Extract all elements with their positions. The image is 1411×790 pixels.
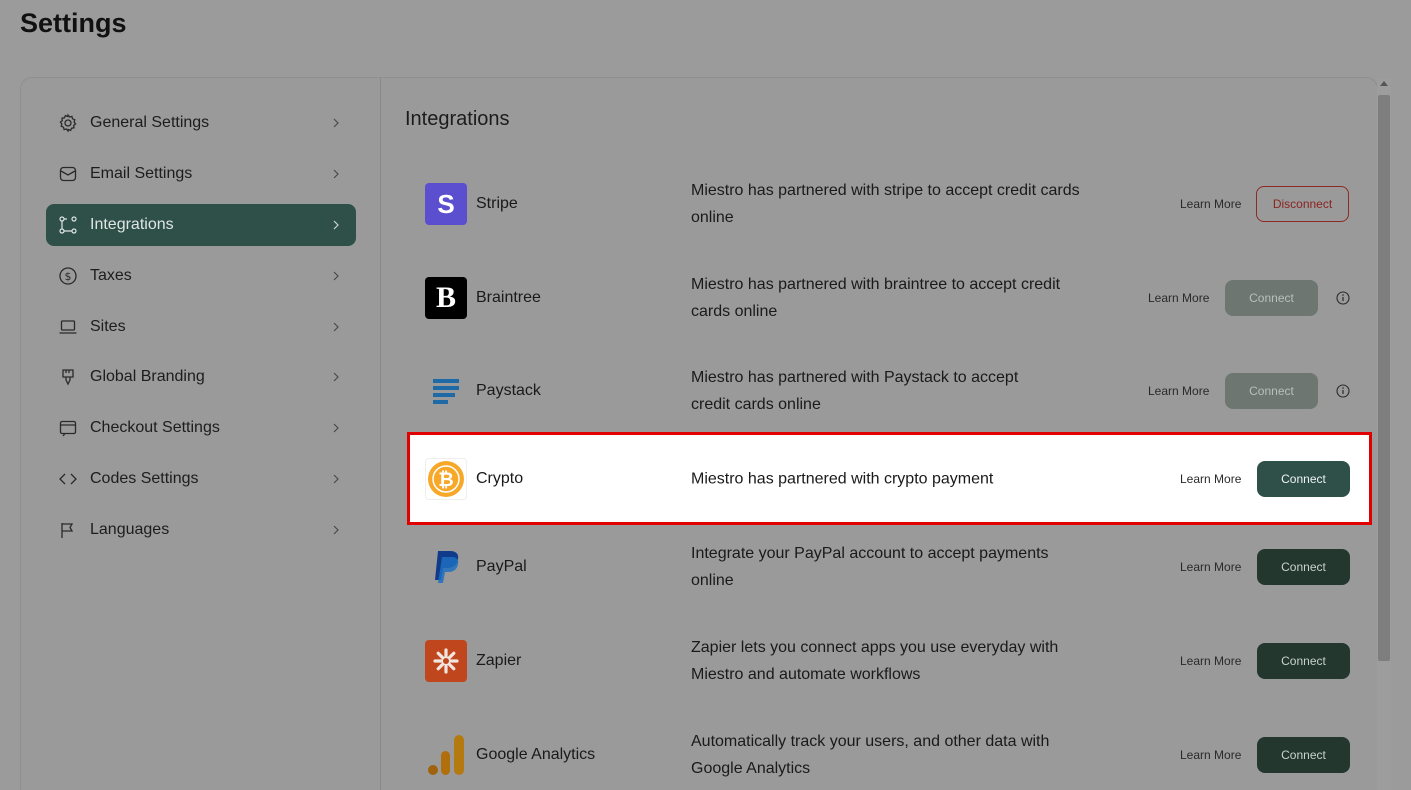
google-analytics-icon: [425, 734, 467, 776]
zapier-icon: [425, 640, 467, 682]
sidebar-item-label: Checkout Settings: [90, 419, 220, 436]
integration-name: Braintree: [476, 289, 541, 306]
sidebar-item-label: Codes Settings: [90, 470, 199, 487]
sidebar-item-taxes[interactable]: $ Taxes: [46, 255, 356, 297]
sidebar-item-general-settings[interactable]: General Settings: [46, 102, 356, 144]
learn-more-link[interactable]: Learn More: [1180, 560, 1241, 574]
integration-description: Integrate your PayPal account to accept …: [691, 545, 1049, 589]
learn-more-link[interactable]: Learn More: [1148, 291, 1209, 305]
integration-row-google-analytics: Google Analytics Automatically track you…: [407, 711, 1373, 790]
sidebar-item-checkout-settings[interactable]: Checkout Settings: [46, 407, 356, 449]
checkout-icon: [58, 418, 78, 438]
chevron-right-icon: [333, 372, 339, 382]
chevron-right-icon: [333, 474, 339, 484]
paystack-icon: [425, 370, 467, 412]
sidebar-item-email-settings[interactable]: Email Settings: [46, 153, 356, 195]
connect-button[interactable]: Connect: [1225, 280, 1318, 316]
sidebar-item-sites[interactable]: Sites: [46, 306, 356, 348]
chevron-right-icon: [333, 423, 339, 433]
integration-description: Miestro has partnered with Paystack to a…: [691, 369, 1019, 413]
integration-description: Miestro has partnered with stripe to acc…: [691, 182, 1080, 226]
stripe-icon: S: [425, 183, 467, 225]
sidebar-item-global-branding[interactable]: Global Branding: [46, 356, 356, 398]
integration-description: Miestro has partnered with crypto paymen…: [691, 470, 994, 488]
learn-more-link[interactable]: Learn More: [1180, 472, 1241, 486]
integration-row-paystack: Paystack Miestro has partnered with Pays…: [407, 347, 1373, 435]
integration-name: Stripe: [476, 195, 518, 212]
dollar-icon: $: [58, 266, 78, 286]
mail-icon: [58, 164, 78, 184]
learn-more-link[interactable]: Learn More: [1180, 748, 1241, 762]
connect-button[interactable]: Connect: [1257, 643, 1350, 679]
svg-text:$: $: [65, 270, 72, 283]
info-icon[interactable]: [1336, 384, 1350, 398]
connect-button[interactable]: Connect: [1257, 737, 1350, 773]
integration-row-stripe: S Stripe Miestro has partnered with stri…: [407, 160, 1373, 248]
flag-icon: [58, 520, 78, 540]
integrations-icon: [58, 215, 78, 235]
svg-text:₿: ₿: [438, 469, 453, 491]
sidebar-item-label: Email Settings: [90, 165, 193, 182]
sidebar-item-integrations[interactable]: Integrations: [46, 204, 356, 246]
chevron-right-icon: [333, 271, 339, 281]
gear-icon: [58, 113, 78, 133]
integration-description: Zapier lets you connect apps you use eve…: [691, 639, 1059, 683]
integration-row-paypal: PayPal Integrate your PayPal account to …: [407, 523, 1373, 611]
integration-name: Crypto: [476, 470, 524, 487]
chevron-right-icon: [333, 118, 339, 128]
integration-row-zapier: Zapier Zapier lets you connect apps you …: [407, 617, 1373, 705]
paypal-icon: [425, 546, 467, 588]
integration-description: Automatically track your users, and othe…: [691, 733, 1050, 777]
chevron-right-icon: [333, 322, 339, 332]
integration-description: Miestro has partnered with braintree to …: [691, 276, 1061, 320]
info-icon[interactable]: [1336, 291, 1350, 305]
bitcoin-icon: ₿: [425, 458, 467, 500]
sidebar-item-label: General Settings: [90, 114, 210, 131]
integration-row-braintree: B Braintree Miestro has partnered with b…: [407, 254, 1373, 342]
integration-name: Paystack: [476, 382, 541, 399]
chevron-right-icon: [333, 525, 339, 535]
braintree-icon: B: [425, 277, 467, 319]
chevron-right-icon: [333, 169, 339, 179]
sidebar: General Settings Email Settings Integrat…: [21, 78, 381, 790]
sidebar-item-label: Taxes: [90, 267, 132, 284]
learn-more-link[interactable]: Learn More: [1148, 384, 1209, 398]
integration-name: PayPal: [476, 558, 527, 575]
disconnect-button[interactable]: Disconnect: [1256, 186, 1349, 222]
scrollbar-thumb[interactable]: [1378, 95, 1390, 661]
sidebar-item-codes-settings[interactable]: Codes Settings: [46, 458, 356, 500]
sidebar-item-label: Sites: [90, 318, 126, 335]
page-title: Settings: [20, 8, 127, 38]
learn-more-link[interactable]: Learn More: [1180, 197, 1241, 211]
scroll-up-arrow-icon[interactable]: [1380, 81, 1388, 86]
integration-name: Google Analytics: [476, 746, 596, 763]
connect-button[interactable]: Connect: [1225, 373, 1318, 409]
learn-more-link[interactable]: Learn More: [1180, 654, 1241, 668]
brush-icon: [58, 367, 78, 387]
integration-row-crypto: ₿ Crypto Miestro has partnered with cryp…: [407, 435, 1373, 523]
section-title: Integrations: [405, 108, 510, 130]
code-icon: [58, 469, 78, 489]
sidebar-item-label: Integrations: [90, 216, 174, 233]
chevron-right-icon: [333, 220, 339, 230]
integration-name: Zapier: [476, 652, 522, 669]
laptop-icon: [58, 317, 78, 337]
sidebar-item-languages[interactable]: Languages: [46, 509, 356, 551]
sidebar-item-label: Languages: [90, 521, 170, 538]
sidebar-item-label: Global Branding: [90, 368, 205, 385]
connect-button[interactable]: Connect: [1257, 461, 1350, 497]
connect-button[interactable]: Connect: [1257, 549, 1350, 585]
